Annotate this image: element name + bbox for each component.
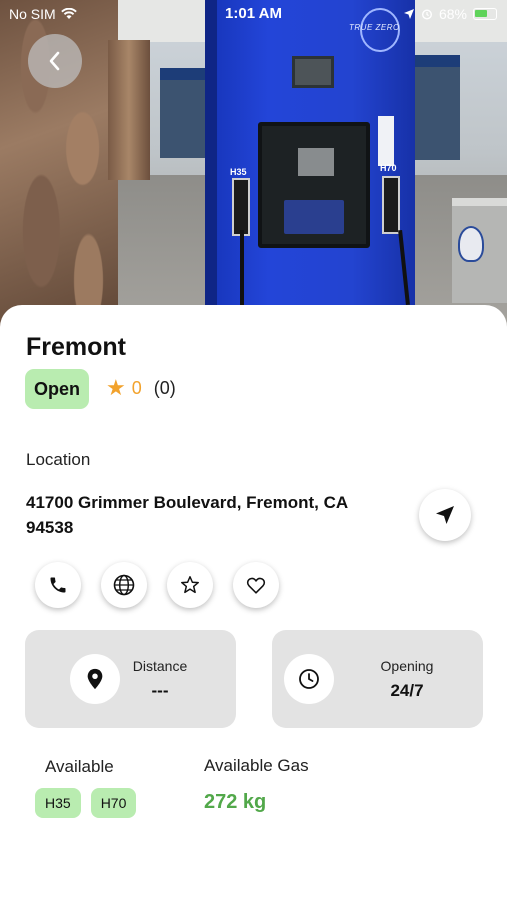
background-pump — [160, 68, 208, 158]
favorite-button[interactable] — [233, 562, 279, 608]
distance-card: Distance --- — [25, 630, 236, 728]
alarm-icon — [421, 9, 432, 20]
navigate-icon — [436, 506, 454, 524]
distance-icon-circle — [70, 654, 120, 704]
available-tags: H35 H70 — [35, 788, 137, 818]
review-count: (0) — [153, 377, 176, 398]
hose-left — [240, 230, 244, 305]
website-button[interactable] — [101, 562, 147, 608]
address-text: 41700 Grimmer Boulevard, Fremont, CA 945… — [26, 493, 348, 537]
available-label: Available — [45, 757, 114, 776]
distance-label: Distance — [132, 658, 188, 674]
available-gas-label: Available Gas — [204, 756, 309, 775]
clock-icon — [299, 669, 319, 689]
pump-tag-right: H70 — [380, 163, 397, 173]
opening-label: Opening — [380, 658, 434, 674]
details-sheet: Fremont Open ★ 0 (0) Location 41700 Grim… — [0, 305, 507, 900]
navigate-button[interactable] — [419, 489, 471, 541]
opening-value: 24/7 — [390, 681, 424, 700]
background-pump — [408, 55, 460, 160]
status-bar: No SIM 1:01 AM 68% — [0, 0, 507, 28]
nozzle-right — [382, 176, 400, 234]
phone-icon — [50, 577, 66, 593]
call-button[interactable] — [35, 562, 81, 608]
nozzle-left — [232, 178, 250, 236]
pump-keypad — [298, 148, 334, 176]
opening-icon-circle — [284, 654, 334, 704]
star-outline-icon — [181, 576, 199, 594]
pump-panel-screen — [284, 200, 344, 234]
heart-icon — [246, 577, 266, 594]
battery-icon — [473, 8, 497, 20]
available-tag: H35 — [35, 788, 81, 818]
pump-tag-left: H35 — [230, 167, 247, 177]
rating: ★ 0 (0) — [106, 377, 176, 399]
rating-star-icon: ★ — [106, 375, 126, 400]
location-arrow-icon — [403, 9, 414, 19]
station-name: Fremont — [26, 333, 126, 361]
opening-card: Opening 24/7 — [272, 630, 483, 728]
globe-icon — [113, 574, 135, 596]
pump-sticker — [378, 116, 394, 166]
rate-button[interactable] — [167, 562, 213, 608]
location-label: Location — [26, 450, 91, 469]
action-buttons — [35, 562, 279, 608]
bin-logo — [458, 226, 484, 262]
battery-percent: 68% — [438, 6, 467, 22]
available-gas-value: 272 kg — [204, 791, 267, 813]
available-tag: H70 — [90, 788, 137, 818]
stone-pillar — [108, 40, 150, 180]
back-button[interactable] — [28, 34, 82, 88]
rating-value: 0 — [131, 377, 142, 398]
location-pin-icon — [87, 668, 103, 690]
pump-top-screen — [292, 56, 334, 88]
distance-value: --- — [151, 681, 169, 700]
status-badge: Open — [25, 369, 89, 409]
back-icon — [49, 51, 60, 71]
pump-side — [205, 0, 217, 305]
